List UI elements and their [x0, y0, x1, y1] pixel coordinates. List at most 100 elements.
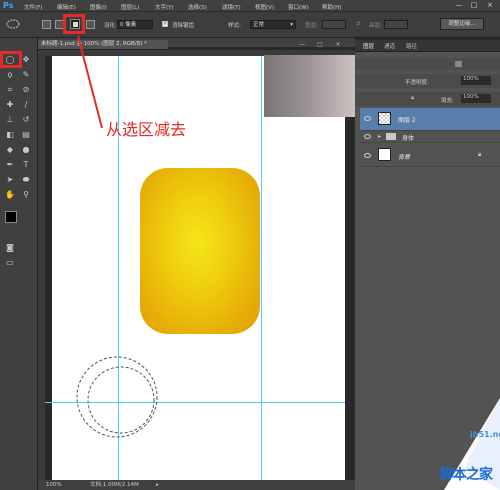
crop-tool-icon[interactable]: ⌗ — [5, 85, 15, 95]
fill-label: 填充: — [441, 98, 454, 104]
annotation-text: 从选区减去 — [106, 120, 187, 139]
watermark-domain: jb51.net — [470, 430, 500, 439]
screen-mode-icon[interactable]: ▭ — [5, 258, 15, 268]
menu-filter[interactable]: 滤镜(T) — [222, 3, 241, 11]
ruler-vertical — [38, 56, 45, 480]
type-tool-icon[interactable]: T — [21, 160, 31, 170]
status-bar: 100% 文档:1.00M/2.14M ▸ — [38, 480, 355, 490]
eye-icon[interactable] — [364, 153, 371, 158]
refine-edge-button[interactable]: 调整边缘... — [440, 18, 484, 30]
opacity-input[interactable]: 100% — [461, 76, 491, 85]
width-label: 宽度: — [305, 23, 318, 29]
eyedropper-tool-icon[interactable]: ⊘ — [21, 85, 31, 95]
zoom-tool-icon[interactable]: ⚲ — [21, 190, 31, 200]
maximize-button[interactable]: □ — [467, 1, 481, 10]
style-label: 样式: — [228, 23, 241, 29]
history-brush-tool-icon[interactable]: ↺ — [21, 115, 31, 125]
layer-name[interactable]: 图层 2 — [398, 115, 416, 124]
expand-triangle-icon[interactable]: ▸ — [378, 133, 381, 140]
lock-icon: 🔒︎ — [478, 151, 482, 158]
clone-stamp-tool-icon[interactable]: ⊥ — [5, 115, 15, 125]
doc-close-button[interactable]: × — [331, 40, 345, 49]
intersect-selection-icon[interactable] — [86, 20, 95, 29]
status-chevron-icon[interactable]: ▸ — [156, 480, 159, 490]
menu-view[interactable]: 视图(V) — [255, 3, 274, 11]
style-select-value: 正常 — [253, 22, 265, 28]
document-window-controls: — □ × — [295, 40, 353, 49]
eye-icon[interactable] — [364, 116, 371, 121]
menu-file[interactable]: 文件(F) — [24, 3, 42, 11]
blur-tool-icon[interactable]: ◆ — [5, 145, 15, 155]
opacity-row: 不透明度: 100% — [355, 74, 500, 88]
annotation-arrow — [77, 35, 103, 129]
tab-channels[interactable]: 通道 — [384, 42, 395, 50]
ps-logo: Ps — [3, 1, 14, 10]
eraser-tool-icon[interactable]: ◧ — [5, 130, 15, 140]
brush-tool-icon[interactable]: / — [21, 100, 31, 110]
lasso-tool-icon[interactable]: ϙ — [5, 70, 15, 80]
layer-row[interactable]: ▸ 身体 — [360, 130, 500, 142]
quick-mask-icon[interactable]: ◙ — [5, 243, 15, 253]
ellipse-shape-tool-icon[interactable]: ⬬ — [21, 175, 31, 185]
foreground-color-swatch[interactable] — [5, 211, 17, 223]
antialias-label: 消除锯齿 — [172, 23, 195, 29]
layers-panel-tabs: 图层 通道 路径 — [355, 40, 500, 52]
path-selection-tool-icon[interactable]: ➤ — [5, 175, 15, 185]
hand-tool-icon[interactable]: ✋ — [5, 190, 15, 200]
feather-label: 羽化: — [104, 23, 117, 29]
width-input[interactable] — [322, 20, 346, 29]
filter-row — [355, 58, 500, 70]
highlight-box-subtract — [63, 14, 85, 34]
antialias-checkbox[interactable]: ✓ — [162, 21, 168, 27]
menu-window[interactable]: 窗口(W) — [288, 3, 309, 11]
dodge-tool-icon[interactable]: ● — [21, 145, 31, 155]
height-input[interactable] — [384, 20, 408, 29]
yellow-body-shape — [140, 168, 260, 334]
layer-thumbnail — [378, 148, 391, 161]
menu-type[interactable]: 文字(Y) — [155, 3, 174, 11]
lock-icon[interactable]: 🔒︎ — [411, 95, 414, 102]
feather-input[interactable]: 0 像素 — [117, 20, 153, 29]
zoom-level[interactable]: 100% — [46, 480, 62, 490]
tab-layers[interactable]: 图层 — [363, 42, 374, 50]
minimize-button[interactable]: — — [452, 1, 466, 10]
guide-vertical-right[interactable] — [261, 56, 262, 480]
toolbox: ◯ ✥ ϙ ✎ ⌗ ⊘ ✚ / ⊥ ↺ ◧ ▤ ◆ ● ✒ T ➤ ⬬ ✋ ⚲ … — [0, 38, 38, 490]
pen-tool-icon[interactable]: ✒ — [5, 160, 15, 170]
chevron-down-icon: ▾ — [290, 22, 293, 28]
tab-paths[interactable]: 路径 — [406, 42, 417, 50]
height-label: 高度: — [369, 23, 382, 29]
doc-size: 文档:1.00M/2.14M — [90, 482, 139, 488]
selection-marquee[interactable] — [70, 350, 170, 450]
layer-name[interactable]: 身体 — [402, 133, 414, 142]
layer-name[interactable]: 背景 — [398, 152, 410, 161]
layer-row[interactable]: 图层 2 — [360, 108, 500, 130]
filter-toggle-icon[interactable] — [455, 61, 462, 67]
lock-fill-row: 🔒︎ 填充: 100% — [355, 92, 500, 106]
watermark-title: 脚本之家 — [440, 467, 493, 483]
close-button[interactable]: × — [483, 1, 497, 10]
doc-minimize-button[interactable]: — — [295, 40, 309, 49]
quick-selection-tool-icon[interactable]: ✎ — [21, 70, 31, 80]
menu-image[interactable]: 图像(I) — [90, 3, 107, 11]
gradient-tool-icon[interactable]: ▤ — [21, 130, 31, 140]
folder-icon — [386, 133, 396, 140]
menu-layer[interactable]: 图层(L) — [121, 3, 139, 11]
gradient-swatch — [264, 55, 360, 117]
menu-edit[interactable]: 编辑(E) — [57, 3, 76, 11]
menu-help[interactable]: 帮助(H) — [322, 3, 341, 11]
new-selection-icon[interactable] — [42, 20, 51, 29]
opacity-label: 不透明度: — [405, 80, 429, 86]
fill-input[interactable]: 100% — [461, 94, 491, 103]
style-select[interactable]: 正常 ▾ — [250, 20, 296, 29]
swap-icon[interactable]: ⇄ — [356, 21, 361, 27]
eye-icon[interactable] — [364, 134, 371, 139]
menu-select[interactable]: 选择(S) — [188, 3, 207, 11]
marquee-tool-preset-icon[interactable] — [6, 19, 20, 29]
highlight-box-marquee — [0, 51, 22, 68]
layer-row[interactable]: 背景 🔒︎ — [360, 142, 500, 167]
layer-thumbnail — [378, 112, 391, 125]
doc-maximize-button[interactable]: □ — [313, 40, 327, 49]
move-tool-icon[interactable]: ✥ — [21, 55, 31, 65]
spot-healing-tool-icon[interactable]: ✚ — [5, 100, 15, 110]
